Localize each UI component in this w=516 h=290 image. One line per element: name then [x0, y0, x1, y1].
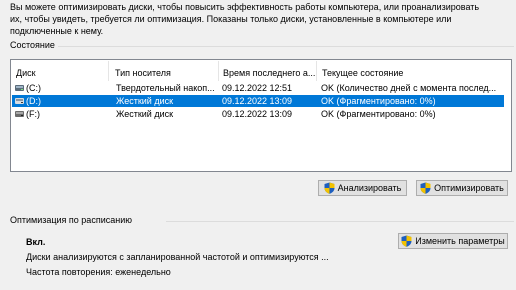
- change-settings-button-label: Изменить параметры: [415, 236, 505, 246]
- schedule-description: Диски анализируются с запланированной ча…: [26, 252, 329, 262]
- drive-name: (F:): [26, 109, 40, 119]
- schedule-frequency: Частота повторения: еженедельно: [26, 267, 171, 277]
- last-run: 09.12.2022 13:09: [222, 96, 293, 106]
- analyze-button[interactable]: Анализировать: [318, 180, 407, 196]
- divider: [166, 221, 514, 222]
- divider: [58, 46, 514, 47]
- drive-name: (C:): [26, 83, 41, 93]
- media-type: Твердотельный накоп...: [116, 83, 215, 93]
- column-header-last-run[interactable]: Время последнего а...: [223, 66, 315, 80]
- drive-row-c[interactable]: (C:) Твердотельный накоп... 09.12.2022 1…: [12, 82, 504, 94]
- intro-text: Вы можете оптимизировать диски, чтобы по…: [10, 2, 480, 36]
- last-run: 09.12.2022 13:09: [222, 109, 293, 119]
- drive-row-f[interactable]: (F:) Жесткий диск 09.12.2022 13:09 OK (Ф…: [12, 108, 504, 120]
- shield-icon: [324, 182, 335, 194]
- schedule-section-label: Оптимизация по расписанию: [10, 215, 132, 225]
- media-type: Жесткий диск: [116, 109, 174, 119]
- ssd-drive-icon: [15, 85, 24, 91]
- column-separator[interactable]: [316, 61, 317, 81]
- column-separator[interactable]: [108, 61, 109, 81]
- optimize-button-label: Оптимизировать: [434, 183, 504, 193]
- column-header-current-state[interactable]: Текущее состояние: [322, 66, 403, 80]
- analyze-button-label: Анализировать: [337, 183, 402, 193]
- optimize-button[interactable]: Оптимизировать: [416, 180, 508, 196]
- hdd-drive-icon: [15, 111, 24, 117]
- hdd-drive-icon: [15, 98, 24, 104]
- shield-icon: [420, 182, 431, 194]
- current-state: OK (Количество дней с момента послед...: [321, 83, 497, 93]
- schedule-status: Вкл.: [26, 237, 46, 247]
- column-header-media-type[interactable]: Тип носителя: [115, 66, 171, 80]
- column-header-drive[interactable]: Диск: [16, 66, 36, 80]
- drive-row-d[interactable]: (D:) Жесткий диск 09.12.2022 13:09 OK (Ф…: [12, 95, 504, 107]
- current-state: OK (Фрагментировано: 0%): [321, 96, 436, 106]
- media-type: Жесткий диск: [116, 96, 174, 106]
- status-section-label: Состояние: [10, 40, 55, 50]
- column-separator[interactable]: [218, 61, 219, 81]
- current-state: OK (Фрагментировано: 0%): [321, 109, 436, 119]
- shield-icon: [401, 235, 412, 247]
- last-run: 09.12.2022 12:51: [222, 83, 293, 93]
- change-settings-button[interactable]: Изменить параметры: [398, 233, 508, 249]
- drive-list[interactable]: Диск Тип носителя Время последнего а... …: [10, 59, 512, 172]
- drive-name: (D:): [26, 96, 41, 106]
